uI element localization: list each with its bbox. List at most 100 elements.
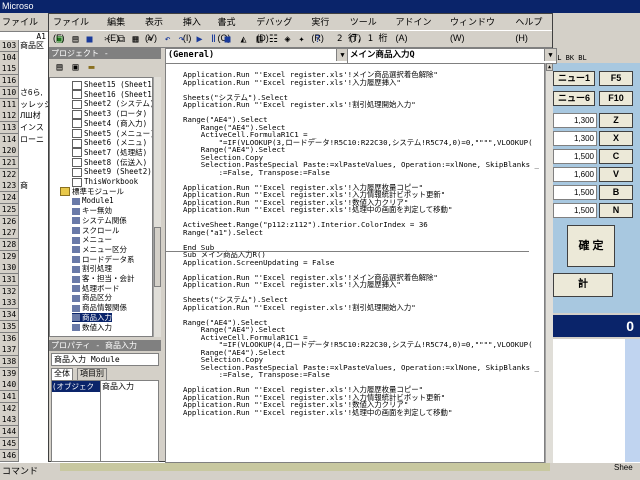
code-line[interactable]: Application.Run "'Excel register.xls'!入力… [183,281,539,289]
object-browser-icon[interactable]: ◈ [281,33,294,46]
row-cell[interactable]: ЛШ材 [20,110,41,122]
key-button[interactable]: X [599,131,633,146]
row-header[interactable]: 120 [0,145,19,158]
row-header[interactable]: 121 [0,157,19,169]
project-tree[interactable]: Sheet15 (Sheet15)Sheet16 (Sheet16)Sheet2… [49,77,153,337]
excel-view-icon[interactable]: ▣ [53,33,66,46]
row-cell[interactable]: 商品区 [20,40,44,52]
menu-item-4[interactable]: 書式(O) [218,14,247,43]
key-button[interactable]: N [599,203,633,218]
view-code-icon[interactable]: ▤ [53,61,66,74]
tree-item[interactable]: Sheet2 (システム) [72,99,152,109]
chevron-down-icon[interactable]: ▼ [544,49,556,61]
excel-menu-file[interactable]: ファイル [2,17,38,27]
run-icon[interactable]: ▶ [193,33,206,46]
toggle-folders-icon[interactable]: ▬ [85,61,98,74]
row-cell[interactable]: さ6ら, [20,87,43,99]
row-header[interactable]: 113 [0,121,19,134]
menu-item-9[interactable]: ウィンドウ(W) [450,14,505,43]
row-header[interactable]: 112 [0,110,19,123]
tree-item[interactable]: 客・担当・会計 [72,274,135,283]
row-header[interactable]: 126 [0,215,19,228]
code-line[interactable]: :=False, Transpose:=False [183,371,539,379]
code-line[interactable]: Application.Run "'Excel register.xls'!入力… [183,78,539,87]
redo-icon[interactable]: ↷ [175,33,188,46]
scroll-up-icon[interactable]: ▲ [546,63,553,71]
properties-object-select[interactable]: 商品入力 Module [51,353,159,366]
cut-icon[interactable]: ✂ [101,33,114,46]
menu-item-3[interactable]: 挿入(I) [183,14,208,43]
row-header[interactable]: 141 [0,391,19,403]
code-line[interactable] [183,236,539,244]
function-key-button[interactable]: F5 [599,71,633,86]
tree-item[interactable]: Sheet4 (商入力) [72,119,147,129]
row-header[interactable]: 143 [0,414,19,427]
tree-item[interactable]: Sheet15 (Sheet15) [72,80,152,90]
row-header[interactable]: 139 [0,367,19,380]
stop-icon[interactable]: ■ [221,33,234,46]
row-header[interactable]: 137 [0,344,19,357]
tree-item[interactable]: Module1 [72,196,114,205]
calc-button[interactable]: 計 [553,273,613,297]
menu-item-8[interactable]: アドイン(A) [395,14,440,43]
toolbox-icon[interactable]: ✦ [295,33,308,46]
row-header[interactable]: 123 [0,180,19,193]
tree-item[interactable]: スクロール [72,226,120,235]
tree-item[interactable]: 割引処理 [72,264,112,273]
object-select[interactable]: (General) ▼ [165,48,349,64]
menu-item-5[interactable]: デバッグ(D) [256,14,301,43]
save-icon[interactable]: ■ [83,33,96,46]
row-header[interactable]: 131 [0,274,19,286]
code-scrollbar[interactable]: ▲ [545,63,553,463]
row-header[interactable]: 111 [0,98,19,111]
row-header[interactable]: 128 [0,238,19,251]
tree-item[interactable]: Sheet7 (処理結) [72,148,147,158]
row-header[interactable]: 130 [0,262,19,275]
row-header[interactable]: 114 [0,133,19,146]
row-header[interactable]: 103 [0,40,19,52]
row-cell[interactable]: インス [20,122,44,134]
tree-item[interactable]: メニュー [72,235,112,244]
row-header[interactable]: 116 [0,75,19,88]
row-header[interactable]: 146 [0,449,19,462]
properties-grid[interactable]: (オブジェクト名) 商品入力 [51,380,159,462]
insert-module-icon[interactable]: ▤ [69,33,82,46]
namebox[interactable]: A1 [0,31,48,41]
row-header[interactable]: 129 [0,250,19,263]
menu-item-6[interactable]: 実行(R) [311,14,339,43]
excel-grid[interactable]: 103 商品区 104 115 116 110 さ6ら, 111 ッレッシ 112 ЛШ材 113 イン… [0,40,52,462]
menu-item-2[interactable]: 表示(V) [145,14,173,43]
row-header[interactable]: 140 [0,379,19,392]
function-key-button[interactable]: F10 [599,91,633,106]
view-object-icon[interactable]: ▣ [69,61,82,74]
tree-item[interactable]: メニュー区分 [72,245,127,254]
tree-item[interactable]: Sheet8 (伝送入) [72,158,147,168]
scroll-thumb[interactable] [154,227,161,287]
tree-item[interactable]: Sheet5 (メニュー) [72,129,152,138]
sheet-tab[interactable]: Shee [614,459,633,476]
tree-item[interactable]: 商品区分 [72,293,112,302]
tree-item[interactable]: 数値入力 [72,323,112,332]
row-header[interactable]: 125 [0,203,19,216]
undo-icon[interactable]: ↶ [161,33,174,46]
project-explorer-icon[interactable]: ▥ [253,33,266,46]
pause-icon[interactable]: Ⅱ [207,33,220,46]
row-cell[interactable]: 商 [20,180,28,192]
help-icon[interactable]: ? [311,33,324,46]
menu-item-0[interactable]: ファイル(F) [53,14,97,43]
property-name[interactable]: (オブジェクト名) [52,381,100,402]
project-tree-scrollbar[interactable] [153,77,161,337]
row-header[interactable]: 127 [0,227,19,240]
row-cell[interactable]: ローニ [20,134,44,146]
menu-button[interactable]: ニュー6 [553,91,595,106]
row-header[interactable]: 110 [0,86,19,99]
row-header[interactable]: 134 [0,309,19,322]
row-header[interactable]: 136 [0,332,19,345]
menu-item-7[interactable]: ツール(T) [350,14,386,43]
tree-item[interactable]: システム関係 [72,216,127,225]
row-header[interactable]: 142 [0,402,19,415]
row-header[interactable]: 133 [0,297,19,310]
confirm-button[interactable]: 確 定 [567,225,615,267]
menu-item-1[interactable]: 編集(E) [107,14,135,43]
tree-item[interactable]: Sheet3 (ロータ) [72,109,147,119]
